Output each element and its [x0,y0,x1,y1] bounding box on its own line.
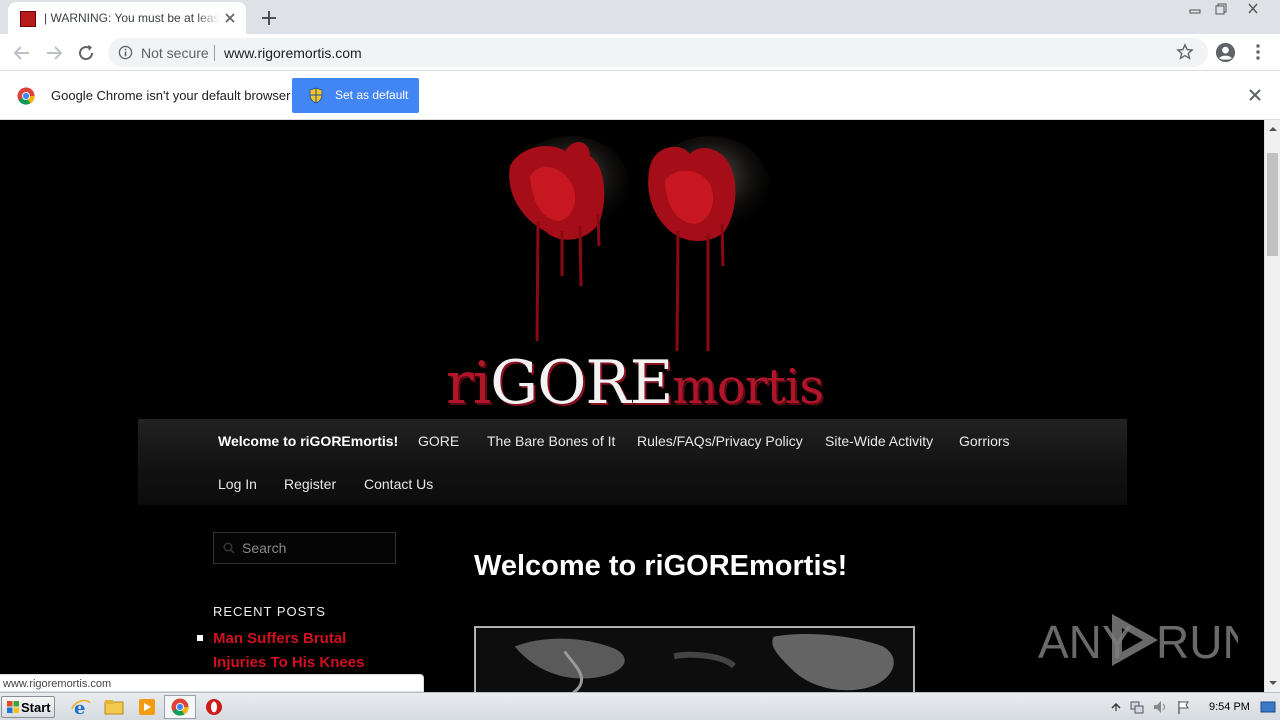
start-label: Start [21,700,51,715]
infobar-close-icon[interactable] [1248,88,1262,102]
featured-image[interactable] [474,626,915,692]
kebab-menu-icon[interactable] [1250,43,1266,61]
chrome-taskbar-icon [171,698,189,716]
scroll-down-icon[interactable] [1268,678,1278,688]
forward-icon[interactable] [42,41,66,65]
info-icon[interactable] [118,45,133,60]
nav-site-wide-activity[interactable]: Site-Wide Activity [825,433,933,449]
page-title: Welcome to riGOREmortis! [474,550,848,582]
recent-post-link[interactable]: Man Suffers Brutal Injuries To His Knees [213,627,393,675]
recent-posts-heading: RECENT POSTS [213,604,326,619]
svg-text:RUN: RUN [1156,616,1238,668]
media-player-icon[interactable] [136,697,158,717]
site-favicon-icon [20,11,36,27]
search-input[interactable] [214,533,395,563]
new-tab-icon[interactable] [258,7,280,29]
scroll-up-icon[interactable] [1268,124,1278,134]
nav-log-in[interactable]: Log In [218,476,257,492]
nav-rules-faqs[interactable]: Rules/FAQs/Privacy Policy [637,433,803,449]
chrome-logo-icon [17,87,35,105]
page-viewport: riGOREmortis Welcome to riGOREmortis! GO… [0,120,1264,692]
taskbar-clock[interactable]: 9:54 PM [1209,701,1250,713]
reload-icon[interactable] [74,41,98,65]
status-bubble: www.rigoremortis.com [0,674,424,692]
account-icon[interactable] [1215,42,1236,63]
infobar-message: Google Chrome isn't your default browser [51,88,291,103]
nav-gore[interactable]: GORE [418,433,459,449]
restore-icon [1215,3,1227,15]
site-logo[interactable]: riGOREmortis [446,348,826,418]
logo-part-mortis: mortis [672,359,824,415]
nav-bare-bones[interactable]: The Bare Bones of It [487,433,615,449]
set-default-button[interactable]: Set as default [292,78,419,113]
nav-register[interactable]: Register [284,476,336,492]
uac-shield-icon [309,87,323,104]
anyrun-watermark: ANY RUN [1038,608,1256,672]
back-icon[interactable] [10,41,34,65]
search-box [213,532,396,564]
scrollbar-thumb[interactable] [1267,153,1278,256]
logo-part-gore: GORE [490,348,673,418]
security-label: Not secure [141,45,209,61]
nav-gorriors[interactable]: Gorriors [959,433,1010,449]
page-scrollbar[interactable] [1264,120,1280,692]
tab-close-icon[interactable] [222,10,238,26]
address-bar[interactable]: Not secure www.rigoremortis.com [108,38,1208,67]
file-explorer-icon[interactable] [103,697,125,717]
browser-tab[interactable]: | WARNING: You must be at least 18 years… [8,2,246,34]
start-button[interactable]: Start [1,696,55,718]
site-navigation: Welcome to riGOREmortis! GORE The Bare B… [138,419,1127,505]
opera-icon[interactable] [203,697,225,717]
anyrun-play-icon: ANY RUN [1038,614,1256,668]
minimize-icon [1189,9,1201,14]
internet-explorer-icon[interactable]: e [70,697,92,717]
network-icon[interactable] [1129,699,1145,715]
tray-expand-icon[interactable] [1108,699,1124,715]
show-desktop-icon[interactable] [1260,699,1276,715]
minimize-button[interactable] [1182,0,1208,18]
browser-toolbar: Not secure www.rigoremortis.com [0,34,1280,71]
address-separator [214,45,215,61]
tab-strip: | WARNING: You must be at least 18 years… [0,0,1280,34]
volume-icon[interactable] [1152,699,1168,715]
default-browser-infobar: Google Chrome isn't your default browser… [0,71,1280,120]
bookmark-star-icon[interactable] [1176,43,1194,61]
windows-logo-icon [7,701,19,713]
tab-title: | WARNING: You must be at least 18 years… [44,11,220,25]
set-default-label: Set as default [335,88,409,102]
logo-part-ri: ri [446,349,491,417]
chrome-taskbar-button[interactable] [164,695,196,719]
url-text[interactable]: www.rigoremortis.com [224,45,362,61]
windows-taskbar: Start e 9:54 PM [0,692,1280,720]
action-center-flag-icon[interactable] [1176,699,1192,715]
restore-button[interactable] [1208,0,1234,18]
list-bullet [197,635,203,641]
nav-contact-us[interactable]: Contact Us [364,476,433,492]
nav-welcome[interactable]: Welcome to riGOREmortis! [218,433,398,449]
window-close-icon [1248,3,1258,14]
window-close-button[interactable] [1240,0,1266,18]
